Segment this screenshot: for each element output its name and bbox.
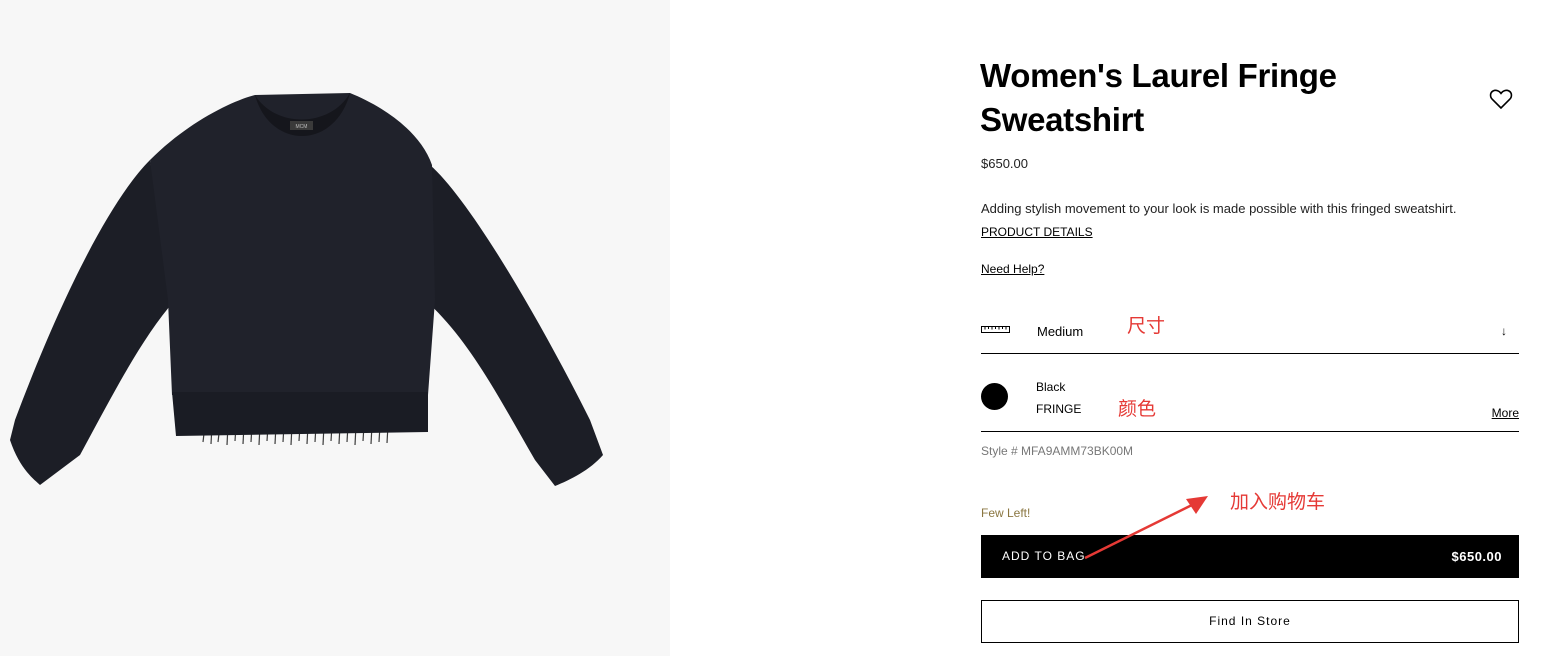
add-to-bag-label: ADD TO BAG: [1002, 549, 1086, 563]
color-variant: FRINGE: [1036, 402, 1082, 416]
ruler-icon: [981, 326, 1010, 333]
add-to-bag-button[interactable]: ADD TO BAG $650.00: [981, 535, 1519, 578]
wishlist-heart-icon[interactable]: [1489, 88, 1513, 110]
annotation-add-to-cart: 加入购物车: [1230, 491, 1326, 513]
product-details-link[interactable]: PRODUCT DETAILS: [981, 225, 1093, 239]
add-to-bag-price: $650.00: [1451, 549, 1502, 564]
color-name: Black: [1036, 380, 1066, 394]
product-description: Adding stylish movement to your look is …: [981, 201, 1457, 216]
product-image[interactable]: MCM: [0, 0, 670, 656]
arrow-down-icon: ↓: [1501, 324, 1507, 338]
selected-size: Medium: [1037, 324, 1084, 339]
stock-status: Few Left!: [981, 506, 1031, 520]
annotation-arrow-icon: [1084, 496, 1208, 560]
need-help-link[interactable]: Need Help?: [981, 262, 1044, 276]
more-colors-link[interactable]: More: [1492, 406, 1519, 420]
sweatshirt-illustration: MCM: [10, 93, 603, 486]
color-selector: Black FRINGE More: [981, 370, 1519, 432]
garment-tag: MCM: [296, 124, 308, 130]
product-page: MCM Women's Laurel Fringe Sweatshirt $65…: [0, 0, 1549, 656]
color-swatch-black[interactable]: [981, 383, 1008, 410]
find-in-store-button[interactable]: Find In Store: [981, 600, 1519, 643]
size-selector[interactable]: Medium ↓: [981, 305, 1519, 354]
product-title: Women's Laurel Fringe Sweatshirt: [980, 57, 1337, 138]
style-number: Style # MFA9AMM73BK00M: [981, 444, 1134, 458]
annotation-color: 颜色: [1118, 398, 1157, 420]
annotation-size: 尺寸: [1127, 315, 1166, 337]
product-price: $650.00: [981, 156, 1028, 171]
